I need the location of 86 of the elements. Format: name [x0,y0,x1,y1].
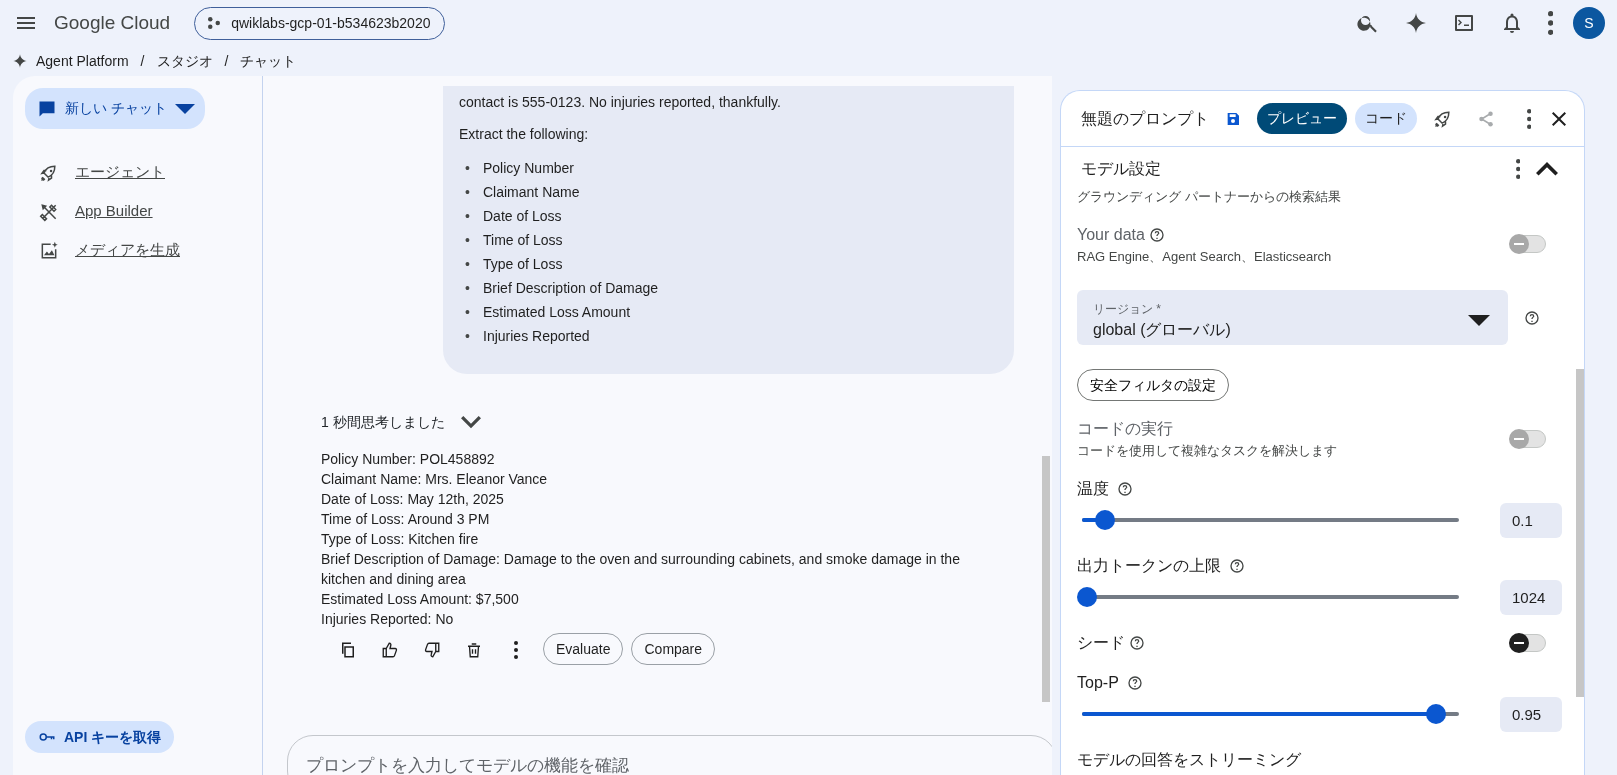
slider-thumb[interactable] [1095,510,1116,530]
response-line: Date of Loss: May 12th, 2025 [321,490,505,509]
setting-description: RAG Engine、Agent Search、Elasticsearch [1077,247,1333,266]
value-field[interactable]: 1024 [1500,579,1562,615]
product-name[interactable]: Google Cloud [54,8,171,38]
caret-icon [174,103,195,114]
list-item: Injuries Reported [483,327,590,346]
section-title: モデル設定 [1081,159,1162,179]
caret-icon [1468,315,1490,326]
more-icon[interactable] [1547,11,1553,35]
tools-icon [39,201,59,222]
slider-thumb[interactable] [1425,704,1446,724]
setting-description: コードを使用して複雑なタスクを解決します [1077,442,1338,460]
message-text: Extract the following: [459,125,590,144]
response-line: Estimated Loss Amount: $7,500 [321,590,520,609]
list-bullet: • [464,159,471,178]
breadcrumb-link[interactable]: チャット [240,50,297,72]
slider-thumb[interactable] [1077,587,1097,607]
region-select[interactable]: リージョン * global (グローバル) [1077,290,1508,345]
prompt-field[interactable]: プロンプトを入力してモデルの機能を確認 [287,735,1052,775]
new-chat-button[interactable]: 新しい チャット [25,88,205,129]
setting-label: Top-P [1077,672,1119,693]
breadcrumb-link[interactable]: Agent Platform [36,50,129,72]
sparkle-icon [12,53,28,69]
list-item: Policy Number [483,159,575,178]
list-item: Date of Loss [483,207,562,226]
toggle-switch[interactable] [1510,633,1546,652]
response-line: Policy Number: POL458892 [321,450,496,469]
thumbs-up-icon [381,641,399,660]
response-line: Brief Description of Damage: Damage to the oven and surrounding cabinets, and smoke damage in the kitchen and dining area [321,550,961,589]
list-item: Estimated Loss Amount [483,303,631,322]
list-bullet: • [464,303,471,322]
list-item: Claimant Name [483,183,580,202]
user-avatar[interactable]: S [1573,7,1605,39]
value-field[interactable]: 0.1 [1500,502,1562,538]
help-icon[interactable] [1524,309,1540,326]
list-item: Brief Description of Damage [483,279,659,298]
list-bullet: • [464,231,471,250]
chevron-up-icon[interactable] [1536,162,1558,176]
sidebar-item[interactable]: エージェント [25,153,250,192]
thinking-toggle[interactable]: 1 秒間思考しました [321,412,481,433]
save-icon[interactable] [1225,110,1241,127]
list-bullet: • [464,183,471,202]
list-bullet: • [464,207,471,226]
list-bullet: • [464,279,471,298]
response-line: Injuries Reported: No [321,610,455,629]
message-text: contact is 555-0123. No injuries reported, thankfully. [459,93,782,112]
safety-settings-button[interactable]: 安全フィルタの設定 [1077,369,1229,401]
trash-icon [465,641,483,660]
api-key-button[interactable]: API キーを取得 [25,721,175,753]
sidebar-item[interactable]: App Builder [25,192,250,231]
thumbs-down-icon [423,641,441,660]
prompt-title: 無題のプロンプト [1081,108,1209,129]
more-icon[interactable] [1527,108,1532,129]
setting-label: Your data [1077,224,1145,245]
help-icon[interactable] [1229,557,1245,574]
value-field[interactable]: 0.95 [1500,696,1562,732]
setting-label: モデルの回答をストリーミング [1077,749,1302,770]
response-line: Type of Loss: Kitchen fire [321,530,480,549]
image-icon [39,240,59,261]
chevron-down-icon [460,416,481,429]
list-bullet: • [464,255,471,274]
list-item: Type of Loss [483,255,563,274]
setting-label: シード [1077,632,1125,653]
help-icon[interactable] [1129,634,1145,651]
setting-label: コードの実行 [1077,419,1173,439]
scrollbar[interactable] [1042,456,1050,702]
setting-label: 出力トークンの上限 [1077,555,1221,576]
view-tab[interactable]: プレビュー [1257,103,1347,134]
list-item: Time of Loss [483,231,563,250]
setting-label: 温度 [1077,478,1109,499]
setting-description: グラウンディング パートナーからの検索結果 [1077,188,1342,206]
more-icon[interactable] [1515,159,1520,179]
response-line: Claimant Name: Mrs. Eleanor Vance [321,470,549,489]
view-tab[interactable]: コード [1355,103,1417,134]
help-icon[interactable] [1117,480,1133,497]
sidebar-item[interactable]: メディアを生成 [25,231,250,270]
more-icon [514,641,518,660]
scrollbar[interactable] [1576,369,1584,697]
copy-icon [339,641,357,660]
response-line: Time of Loss: Around 3 PM [321,510,491,529]
list-bullet: • [464,327,471,346]
breadcrumb-link[interactable]: スタジオ [156,50,213,72]
breadcrumb-separator: / [224,51,229,71]
breadcrumb-separator: / [140,51,145,71]
help-icon[interactable] [1126,674,1143,691]
